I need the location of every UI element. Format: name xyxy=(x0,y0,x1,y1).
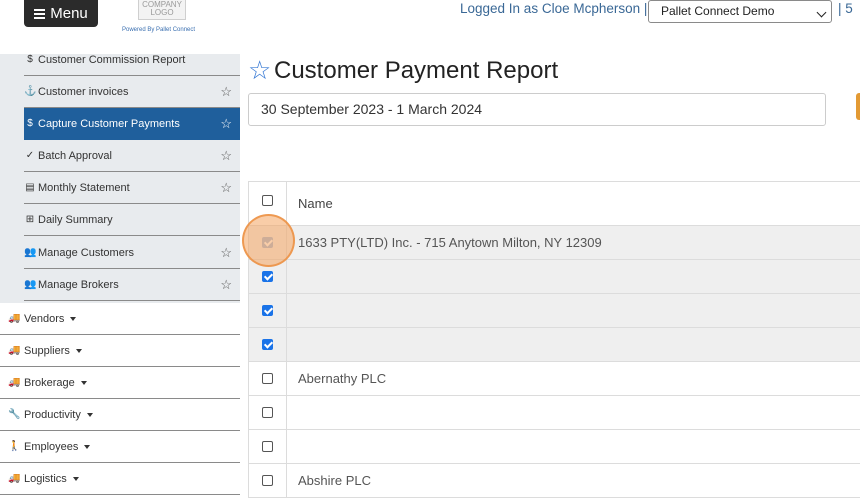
table-row[interactable] xyxy=(248,294,860,328)
sidebar-item-monthly-statement[interactable]: ▤ Monthly Statement ☆ xyxy=(24,172,240,204)
sidebar-item-brokerage[interactable]: 🚚 Brokerage xyxy=(0,367,240,399)
sidebar-item-label: Batch Approval xyxy=(38,149,112,162)
star-icon[interactable]: ☆ xyxy=(220,180,232,196)
users-icon: 👥 xyxy=(24,247,37,258)
table-row[interactable] xyxy=(248,430,860,464)
action-button[interactable] xyxy=(856,93,860,120)
truck-icon: 🚚 xyxy=(8,377,21,388)
table-row[interactable]: 1633 PTY(LTD) Inc. - 715 Anytown Milton,… xyxy=(248,226,860,260)
sidebar-item-label: Vendors xyxy=(24,312,65,325)
truck-icon: 🚚 xyxy=(8,345,21,356)
table-row[interactable]: Abernathy PLC xyxy=(248,362,860,396)
sidebar-item-vendors[interactable]: 🚚 Vendors xyxy=(0,303,240,335)
customer-table: Name 1633 PTY(LTD) Inc. - 715 Anytown Mi… xyxy=(248,181,860,498)
sidebar-item-customer-invoices[interactable]: ⚓ Customer invoices ☆ xyxy=(24,76,240,108)
sidebar-item-batch-approval[interactable]: ✓ Batch Approval ☆ xyxy=(24,140,240,172)
company-logo: COMPANY LOGO xyxy=(138,0,186,20)
truck-icon: 🚚 xyxy=(8,473,21,484)
row-checkbox[interactable] xyxy=(262,305,273,316)
caret-down-icon xyxy=(72,476,79,481)
select-all-checkbox[interactable] xyxy=(262,195,273,206)
row-checkbox-cell xyxy=(248,396,287,429)
check-icon: ✓ xyxy=(25,150,35,161)
row-name: Abshire PLC xyxy=(298,473,371,488)
row-checkbox-cell xyxy=(248,362,287,395)
row-checkbox[interactable] xyxy=(262,441,273,452)
sidebar-item-label: Manage Brokers xyxy=(38,278,119,291)
sidebar-item-label: Brokerage xyxy=(24,376,75,389)
caret-down-icon xyxy=(70,316,77,321)
sidebar-item-label: Customer Commission Report xyxy=(38,53,186,66)
dollar-icon: $ xyxy=(27,118,33,129)
powered-by-text: Powered By Pallet Connect xyxy=(122,27,196,33)
table-row[interactable]: Abshire PLC xyxy=(248,464,860,498)
menu-label: Menu xyxy=(50,5,88,22)
sidebar: $ Customer Commission Report ⚓ Customer … xyxy=(0,54,240,495)
sidebar-item-label: Manage Customers xyxy=(38,246,134,259)
caret-down-icon xyxy=(86,412,93,417)
star-icon[interactable]: ☆ xyxy=(220,148,232,164)
table-row[interactable] xyxy=(248,396,860,430)
caret-down-icon xyxy=(80,380,87,385)
sidebar-item-label: Productivity xyxy=(24,408,81,421)
table-header-row: Name xyxy=(248,181,860,226)
row-checkbox[interactable] xyxy=(262,475,273,486)
sidebar-item-suppliers[interactable]: 🚚 Suppliers xyxy=(0,335,240,367)
click-highlight xyxy=(242,214,295,267)
sidebar-item-customer-commission-report[interactable]: $ Customer Commission Report xyxy=(24,44,240,76)
company-select[interactable]: Pallet Connect Demo xyxy=(648,0,832,23)
star-icon[interactable]: ☆ xyxy=(220,84,232,100)
header-extra-text: | 5 xyxy=(838,1,853,16)
row-name: Abernathy PLC xyxy=(298,371,387,386)
column-header-name: Name xyxy=(298,196,333,211)
sidebar-item-capture-customer-payments[interactable]: $ Capture Customer Payments ☆ xyxy=(24,108,240,140)
sidebar-item-logistics[interactable]: 🚚 Logistics xyxy=(0,463,240,495)
anchor-icon: ⚓ xyxy=(24,86,37,97)
statement-icon: ▤ xyxy=(25,182,35,193)
page-title: Customer Payment Report xyxy=(274,57,559,84)
sidebar-item-label: Suppliers xyxy=(24,344,70,357)
chevron-down-icon xyxy=(816,7,827,18)
wrench-icon: 🔧 xyxy=(8,409,21,420)
logged-in-text: Logged In as Cloe Mcpherson | xyxy=(460,1,648,16)
table-row[interactable] xyxy=(248,260,860,294)
row-checkbox-cell xyxy=(248,328,287,361)
star-icon[interactable]: ☆ xyxy=(220,116,232,132)
row-checkbox-cell xyxy=(248,430,287,463)
row-checkbox[interactable] xyxy=(262,373,273,384)
table-icon: ⊞ xyxy=(25,214,35,225)
truck-icon: 🚚 xyxy=(8,313,21,324)
users-icon: 👥 xyxy=(24,279,37,290)
row-checkbox[interactable] xyxy=(262,271,273,282)
row-checkbox-cell xyxy=(248,464,287,497)
sidebar-item-label: Daily Summary xyxy=(38,213,113,226)
sidebar-item-label: Monthly Statement xyxy=(38,181,130,194)
date-range-input[interactable]: 30 September 2023 - 1 March 2024 xyxy=(248,93,826,126)
sidebar-item-label: Logistics xyxy=(24,472,67,485)
sidebar-item-employees[interactable]: 🚶 Employees xyxy=(0,431,240,463)
sidebar-submenu: $ Customer Commission Report ⚓ Customer … xyxy=(0,54,240,303)
row-checkbox[interactable] xyxy=(262,407,273,418)
row-checkbox[interactable] xyxy=(262,339,273,350)
row-checkbox-cell xyxy=(248,294,287,327)
favorite-star-icon[interactable]: ☆ xyxy=(248,56,271,84)
table-row[interactable] xyxy=(248,328,860,362)
dollar-icon: $ xyxy=(27,54,33,65)
person-icon: 🚶 xyxy=(8,441,21,452)
hamburger-icon xyxy=(34,9,46,19)
star-icon[interactable]: ☆ xyxy=(220,245,232,261)
company-select-value: Pallet Connect Demo xyxy=(661,4,775,18)
caret-down-icon xyxy=(75,348,82,353)
row-name: 1633 PTY(LTD) Inc. - 715 Anytown Milton,… xyxy=(298,235,602,250)
sidebar-item-manage-customers[interactable]: 👥 Manage Customers ☆ xyxy=(24,237,240,269)
sidebar-item-label: Capture Customer Payments xyxy=(38,117,180,130)
sidebar-item-label: Customer invoices xyxy=(38,85,129,98)
sidebar-item-productivity[interactable]: 🔧 Productivity xyxy=(0,399,240,431)
sidebar-item-label: Employees xyxy=(24,440,79,453)
star-icon[interactable]: ☆ xyxy=(220,277,232,293)
menu-button[interactable]: Menu xyxy=(24,0,98,27)
sidebar-item-daily-summary[interactable]: ⊞ Daily Summary xyxy=(24,204,240,236)
sidebar-item-manage-brokers[interactable]: 👥 Manage Brokers ☆ xyxy=(24,269,240,301)
caret-down-icon xyxy=(84,444,91,449)
